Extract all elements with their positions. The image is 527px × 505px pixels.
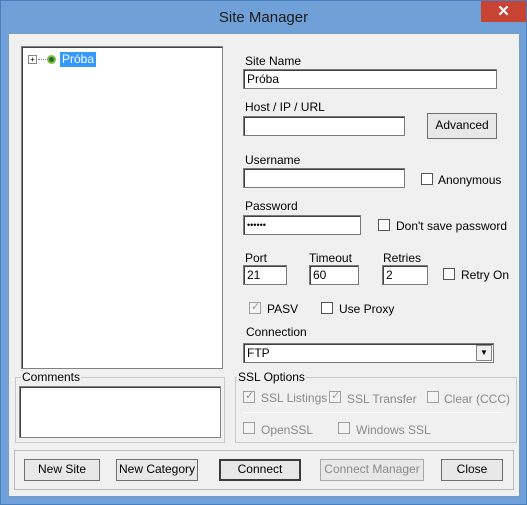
connect-button[interactable]: Connect (219, 459, 301, 481)
connection-value: FTP (247, 346, 270, 360)
dont-save-password-label[interactable]: Don't save password (396, 219, 507, 233)
retries-field[interactable]: 2 (382, 265, 428, 285)
check-icon: ✓ (245, 390, 255, 402)
close-button[interactable]: Close (441, 459, 503, 481)
comments-field[interactable] (19, 386, 221, 438)
tree-item-label[interactable]: Próba (60, 52, 97, 67)
username-label: Username (245, 153, 301, 167)
password-field[interactable]: •••••• (243, 215, 361, 235)
pasv-checkbox[interactable]: ✓ (249, 301, 261, 314)
close-window-button[interactable]: ✕ (481, 1, 526, 22)
comments-label: Comments (21, 370, 82, 384)
windows-ssl-label[interactable]: Windows SSL (356, 423, 431, 437)
host-field[interactable] (243, 116, 405, 136)
port-field[interactable]: 21 (243, 265, 287, 285)
new-category-button[interactable]: New Category (116, 459, 198, 481)
ssl-options-label: SSL Options (237, 370, 306, 384)
timeout-label: Timeout (309, 251, 352, 265)
connection-label: Connection (246, 325, 307, 339)
clear-ccc-label[interactable]: Clear (CCC) (444, 392, 510, 406)
retry-on-label[interactable]: Retry On (461, 268, 509, 282)
advanced-button[interactable]: Advanced (427, 113, 497, 139)
timeout-field[interactable]: 60 (309, 265, 359, 285)
check-icon: ✓ (331, 390, 341, 402)
pasv-label[interactable]: PASV (267, 302, 298, 316)
title-bar[interactable]: Site Manager ✕ (1, 1, 526, 33)
window-title: Site Manager (218, 9, 309, 26)
openssl-label[interactable]: OpenSSL (261, 423, 313, 437)
retry-on-checkbox[interactable] (443, 268, 455, 280)
ssl-listings-checkbox[interactable]: ✓ (243, 390, 255, 403)
ssl-separator (243, 412, 503, 413)
dialog-body: + Próba Comments Site Name Próba Host / … (8, 33, 520, 497)
anonymous-label[interactable]: Anonymous (438, 173, 501, 187)
site-tree[interactable]: + Próba (21, 46, 223, 369)
windows-ssl-checkbox[interactable] (338, 422, 350, 434)
ssl-transfer-label[interactable]: SSL Transfer (347, 392, 417, 406)
tree-connector (38, 59, 46, 60)
host-label: Host / IP / URL (245, 100, 325, 114)
site-name-label: Site Name (245, 54, 302, 68)
use-proxy-checkbox[interactable] (321, 302, 333, 314)
site-manager-window: Site Manager ✕ + Próba Comments Site Nam… (0, 0, 527, 505)
ssl-transfer-checkbox[interactable]: ✓ (329, 390, 341, 403)
password-label: Password (245, 199, 298, 213)
use-proxy-label[interactable]: Use Proxy (339, 302, 394, 316)
connection-select[interactable]: FTP ▼ (243, 343, 494, 363)
ssl-listings-label[interactable]: SSL Listings (261, 391, 327, 405)
openssl-checkbox[interactable] (243, 422, 255, 434)
chevron-down-icon[interactable]: ▼ (476, 345, 492, 361)
username-field[interactable] (243, 168, 405, 188)
retries-label: Retries (383, 251, 422, 265)
connect-manager-button[interactable]: Connect Manager (320, 459, 424, 481)
check-icon: ✓ (251, 301, 261, 313)
site-name-field[interactable]: Próba (243, 69, 497, 89)
close-icon: ✕ (497, 3, 510, 20)
site-node-icon (47, 55, 56, 64)
port-label: Port (245, 251, 268, 265)
expand-icon[interactable]: + (28, 55, 37, 64)
clear-ccc-checkbox[interactable] (427, 391, 439, 403)
anonymous-checkbox[interactable] (421, 173, 433, 185)
new-site-button[interactable]: New Site (24, 459, 100, 481)
dont-save-password-checkbox[interactable] (378, 219, 390, 231)
